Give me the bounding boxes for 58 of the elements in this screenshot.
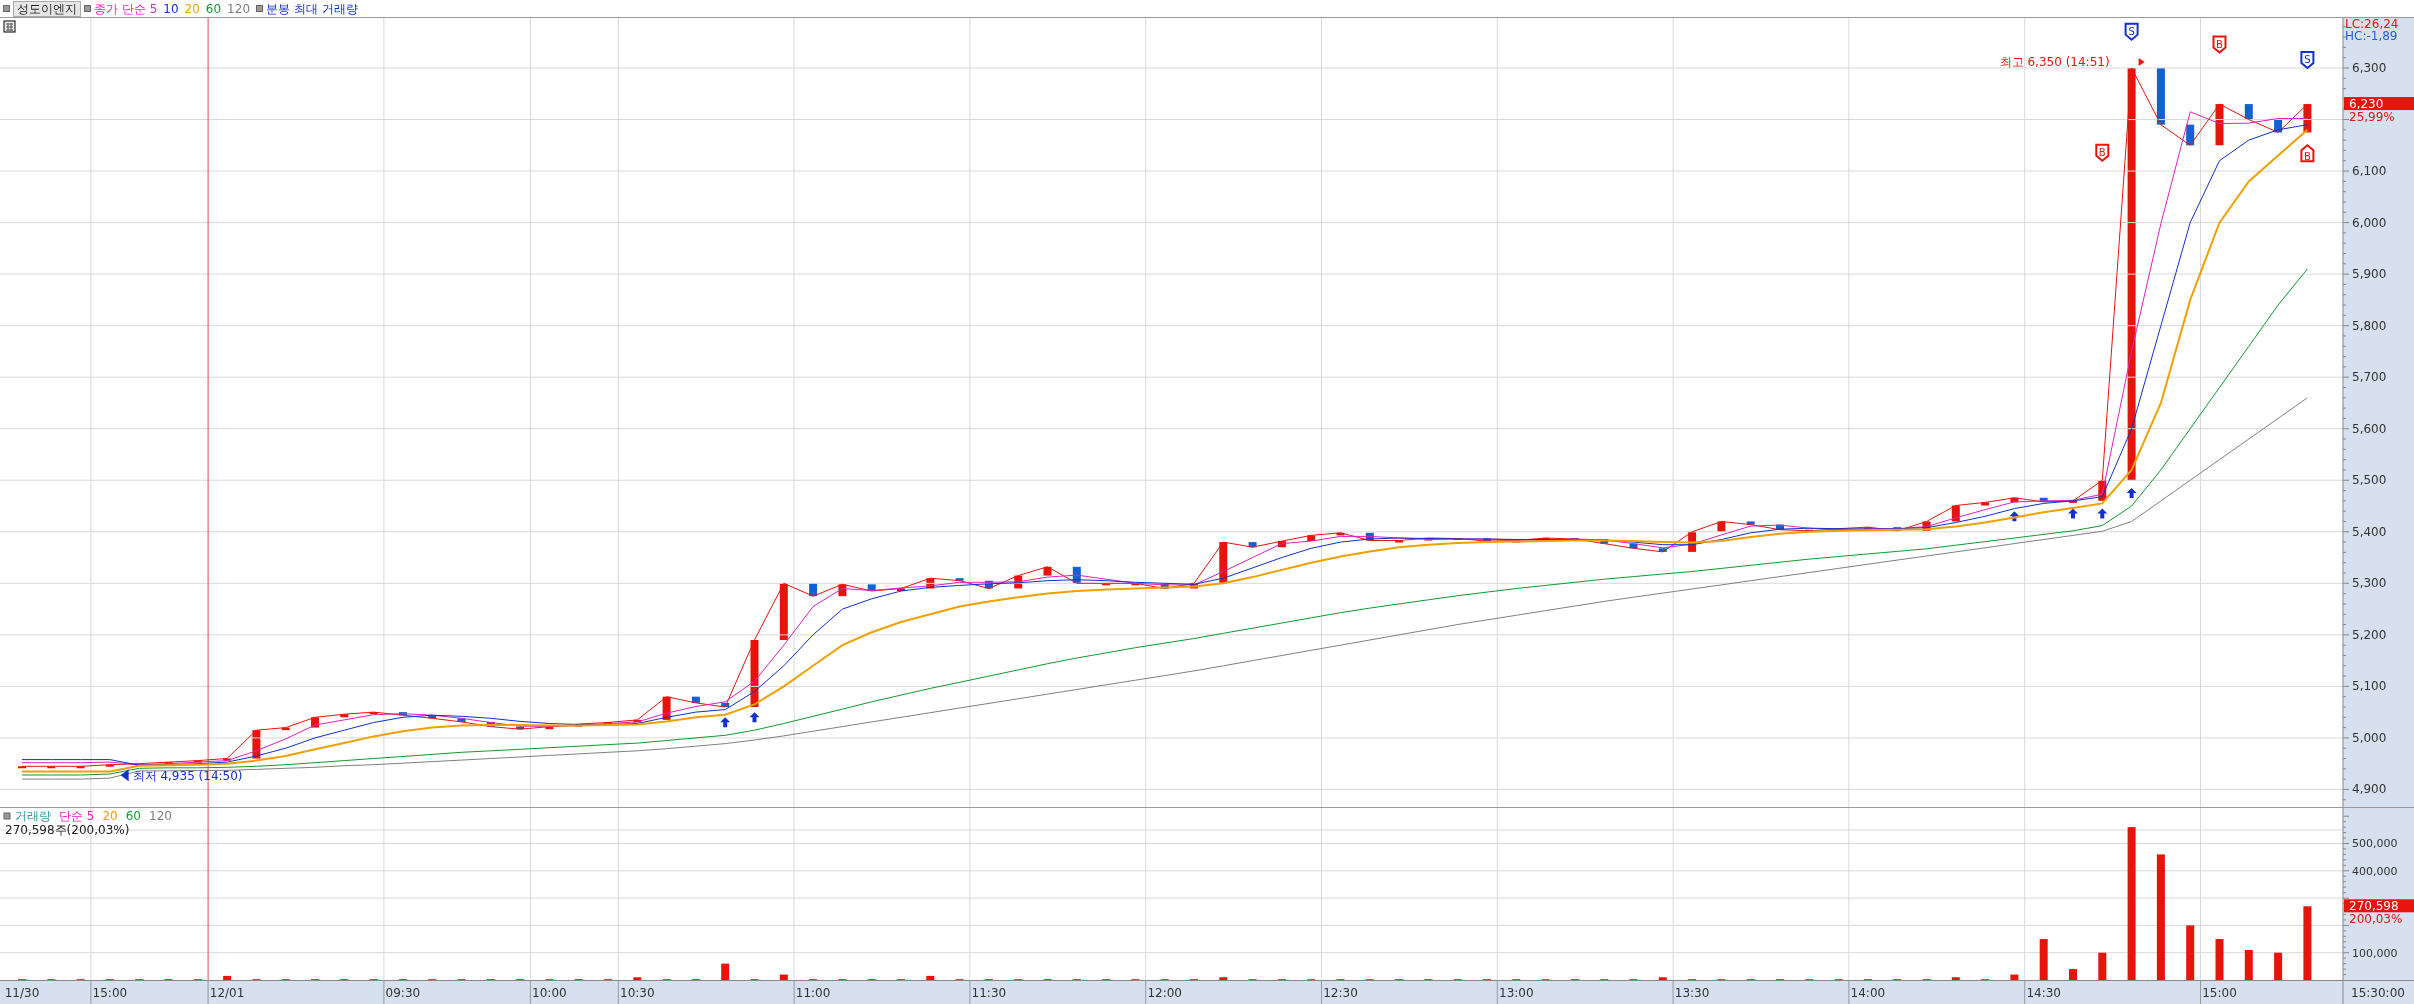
high-price-label: 최고 6,350 (14:51): [1999, 55, 2110, 69]
legend-label: 20: [102, 809, 118, 823]
time-label: 14:00: [1850, 986, 1886, 1000]
legend-label: 종가 단순 5: [94, 0, 158, 17]
low-price-label: 최저 4,935 (14:50): [132, 769, 243, 784]
time-label: 14:30: [2026, 986, 2061, 1000]
axis-label: 6,000: [2352, 215, 2387, 230]
time-label: 10:30: [620, 986, 655, 1000]
time-label: 11/30: [4, 986, 40, 1000]
axis-label: 500,000: [2352, 837, 2398, 851]
axis-label: 100,000: [2352, 946, 2398, 960]
legend-label: 분봉 최대 거래량: [266, 0, 358, 17]
signal-marker: S: [2124, 22, 2139, 41]
time-label: 11:00: [795, 986, 831, 1000]
time-label: 11:30: [971, 986, 1007, 1000]
signal-marker: S: [2300, 51, 2315, 70]
axis-label: 5,300: [2352, 576, 2387, 591]
axis-label: 5,500: [2352, 473, 2387, 488]
axis-label: 5,100: [2352, 679, 2387, 694]
axis-label: 6,300: [2352, 61, 2387, 75]
current-volume-tag: 270,598: [2344, 899, 2414, 914]
time-label: 12:00: [1147, 986, 1182, 1000]
legend-label: 거래량: [15, 809, 51, 823]
legend-label: 120: [149, 809, 172, 823]
change-percent-label: 25,99%: [2349, 110, 2395, 125]
legend-label: 60: [125, 809, 141, 823]
legend-label: 10: [163, 0, 179, 17]
time-label: 13:00: [1499, 986, 1534, 1000]
axis-label: 5,000: [2352, 730, 2387, 745]
axis-label: 5,400: [2352, 524, 2387, 539]
signal-marker: B: [2095, 143, 2110, 163]
axis-label: 400,000: [2352, 864, 2398, 878]
legend-label: 120: [227, 0, 250, 17]
current-price-tag: 6,230: [2344, 97, 2414, 112]
axis-label: 5,200: [2352, 627, 2387, 642]
time-label: 15:30:00: [2351, 986, 2405, 1000]
time-label: 13:30: [1674, 986, 1710, 1000]
legend-label: 20: [184, 0, 200, 17]
axis-label: 6,100: [2352, 164, 2387, 179]
time-label: 12/01: [209, 986, 245, 1000]
time-label: 15:00: [2202, 986, 2237, 1000]
axis-label: 5,800: [2352, 318, 2387, 333]
hc-label: HC:-1,89: [2345, 29, 2398, 43]
time-label: 09:30: [385, 986, 421, 1000]
volume-summary-label: 270,598주(200,03%): [5, 823, 130, 837]
axis-label: 4,900: [2352, 782, 2387, 797]
time-label: 15:00: [92, 986, 128, 1000]
axis-label: 5,700: [2352, 370, 2387, 385]
time-label: 12:30: [1323, 986, 1358, 1000]
legend-label: 단순 5: [59, 809, 95, 823]
axis-label: 5,600: [2352, 421, 2387, 436]
change-percent-label: 200,03%: [2349, 912, 2403, 927]
signal-marker: B: [2300, 144, 2315, 163]
time-label: 10:00: [532, 986, 567, 1000]
axis-label: 5,900: [2352, 267, 2387, 282]
lc-label: LC:26,24: [2345, 18, 2399, 31]
signal-marker: B: [2212, 35, 2227, 54]
legend-label: 60: [205, 0, 222, 17]
